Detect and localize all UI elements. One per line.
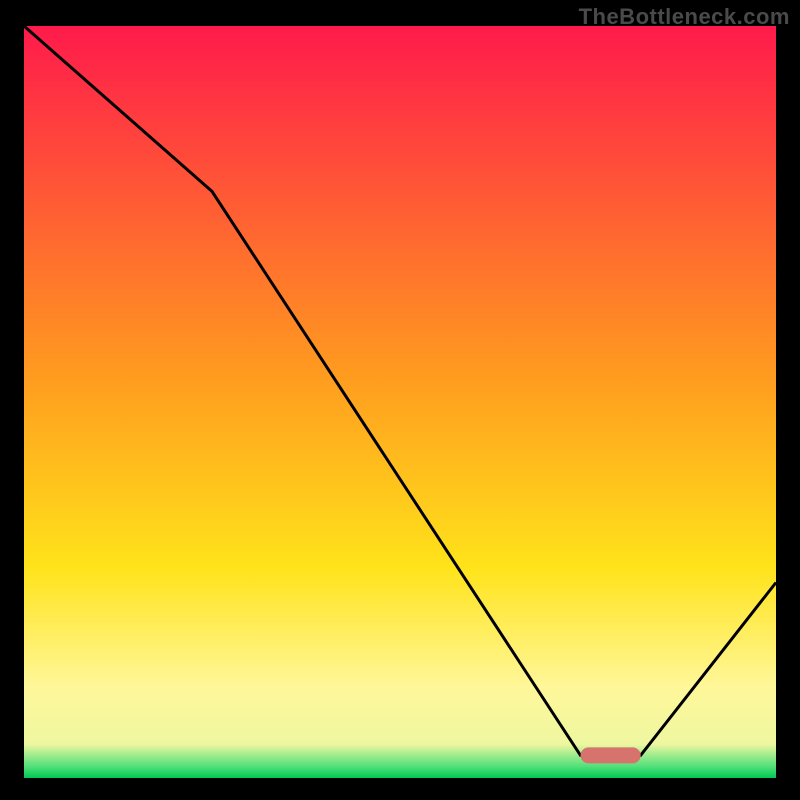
- optimal-range-marker: [581, 747, 641, 763]
- chart-svg: [24, 26, 776, 778]
- bottleneck-chart: [24, 26, 776, 778]
- gradient-background: [24, 26, 776, 778]
- chart-frame: TheBottleneck.com: [0, 0, 800, 800]
- watermark-text: TheBottleneck.com: [579, 4, 790, 30]
